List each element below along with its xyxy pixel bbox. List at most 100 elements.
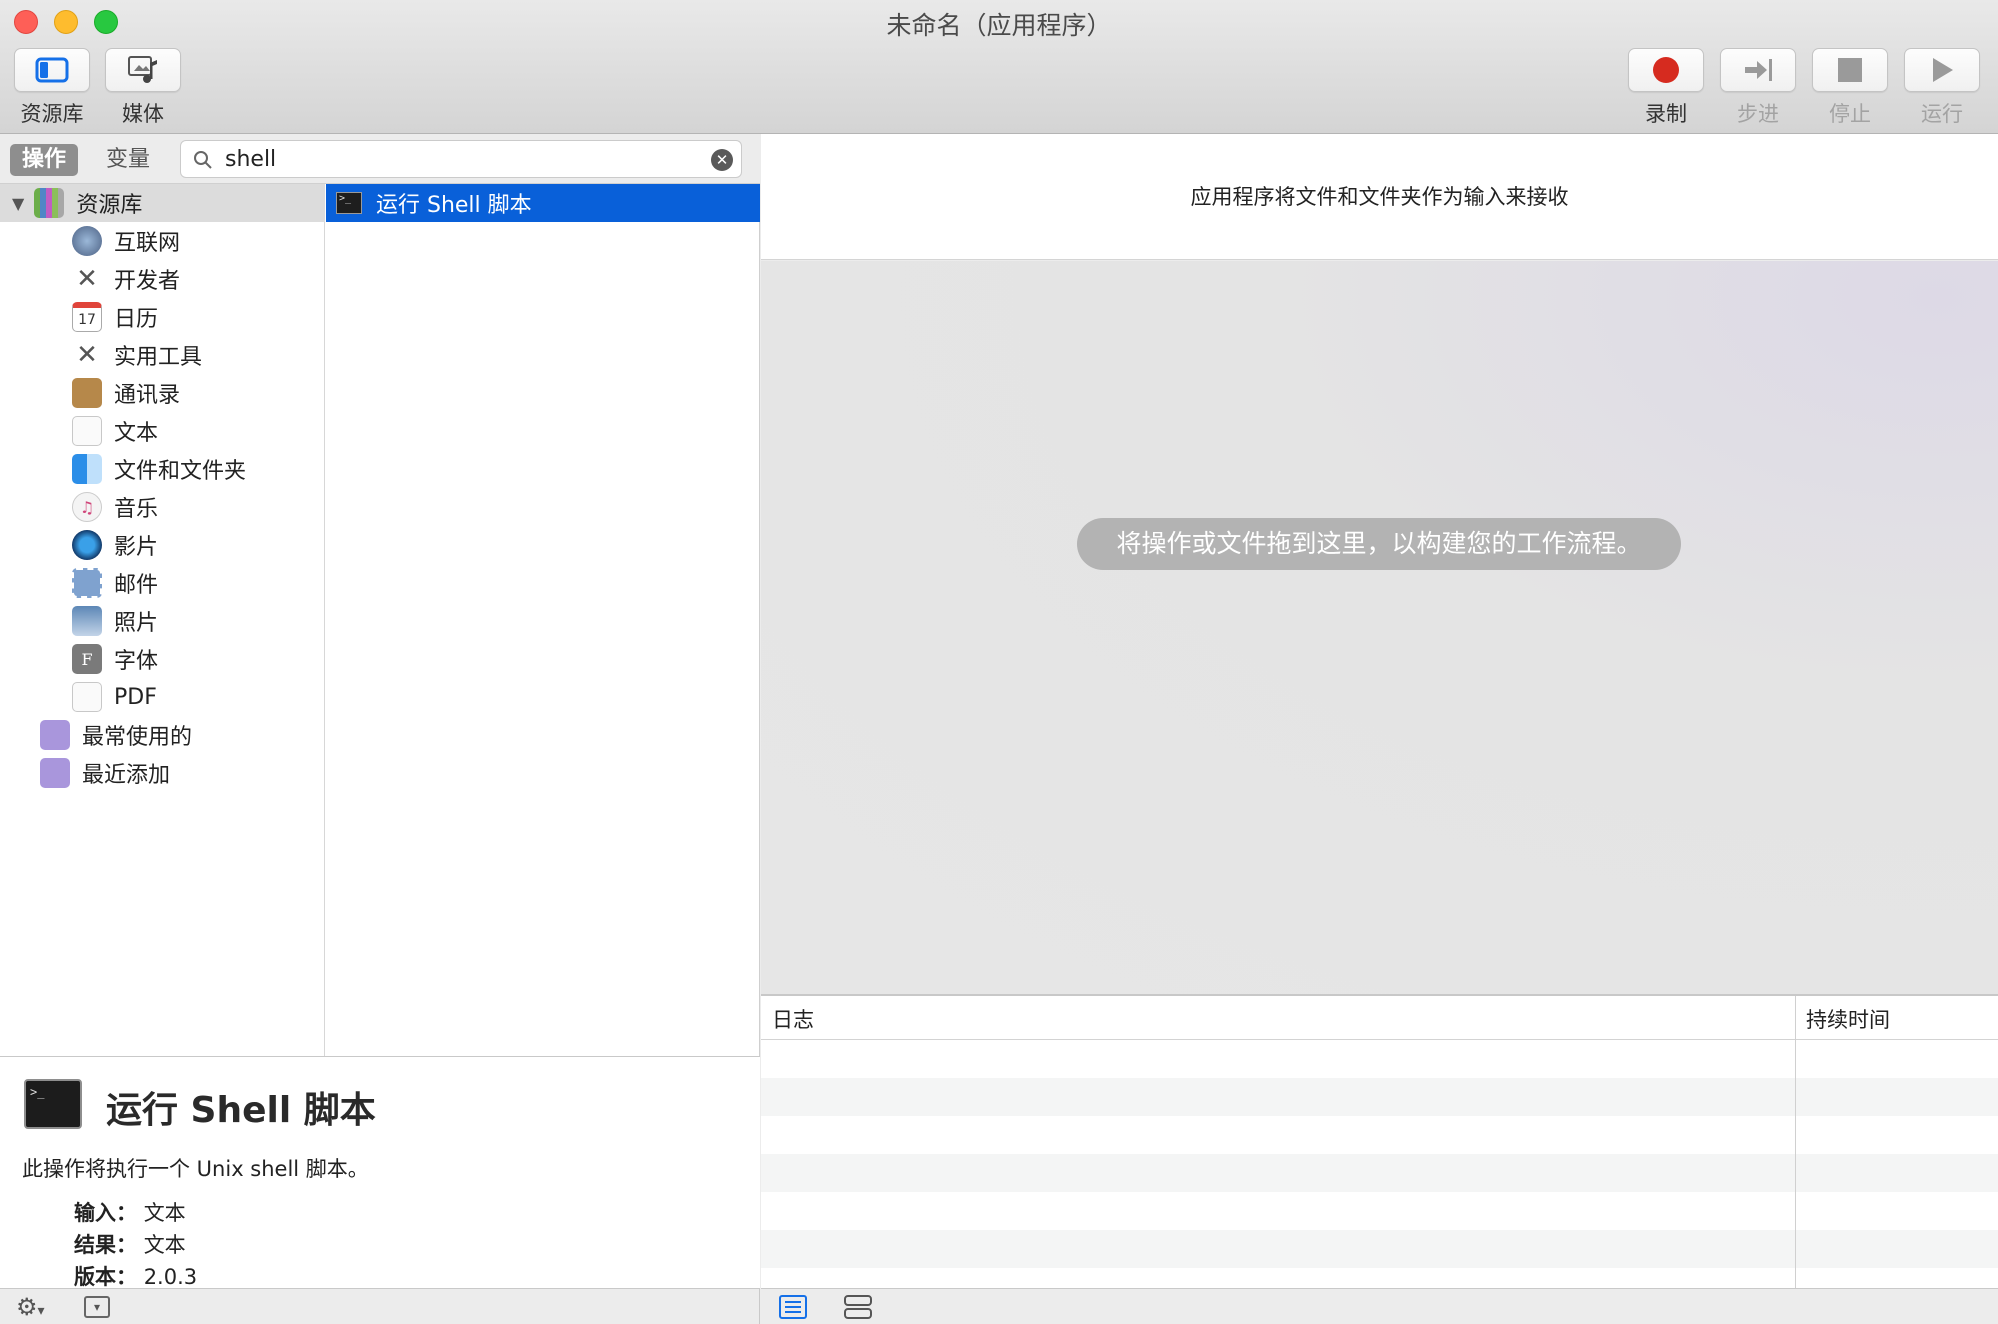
smart-group-label: 最常使用的 bbox=[82, 725, 193, 750]
media-button[interactable]: 媒体 bbox=[105, 48, 181, 128]
step-icon bbox=[1745, 59, 1772, 81]
library-item-label: 互联网 bbox=[114, 231, 181, 256]
library-pane: 操作 变量 shell ✕ ▼ 资源库 互联网 ✕ 开发者 17 日历 ✕ 实用… bbox=[0, 134, 760, 1291]
run-icon bbox=[1933, 58, 1953, 82]
clear-search-icon[interactable]: ✕ bbox=[711, 149, 733, 171]
log-column-header[interactable]: 日志 bbox=[772, 1004, 814, 1034]
input-value: 文本 bbox=[143, 1201, 186, 1225]
split-view-icon[interactable] bbox=[844, 1295, 872, 1319]
actions-list: >_ 运行 Shell 脚本 bbox=[326, 184, 760, 1056]
drop-hint: 将操作或文件拖到这里，以构建您的工作流程。 bbox=[1077, 518, 1681, 570]
input-row: 输入： 文本 bbox=[74, 1197, 186, 1227]
smart-group-label: 最近添加 bbox=[82, 763, 171, 788]
workflow-footer bbox=[761, 1288, 1998, 1324]
media-label: 媒体 bbox=[122, 102, 164, 126]
stop-button[interactable]: 停止 bbox=[1812, 48, 1888, 128]
library-item-label: 文本 bbox=[114, 421, 159, 446]
gear-menu-icon[interactable]: ⚙▾ bbox=[16, 1293, 45, 1321]
smart-folder-icon bbox=[40, 758, 70, 788]
stop-icon bbox=[1838, 58, 1862, 82]
column-divider[interactable] bbox=[1795, 996, 1796, 1290]
library-root-item[interactable]: ▼ 资源库 bbox=[0, 184, 325, 222]
tab-actions[interactable]: 操作 bbox=[10, 144, 79, 176]
library-item-label: 邮件 bbox=[114, 573, 159, 598]
version-row: 版本： 2.0.3 bbox=[74, 1261, 197, 1291]
smart-group-most-used[interactable]: 最常使用的 bbox=[0, 716, 325, 754]
log-row bbox=[761, 1154, 1998, 1192]
globe-icon bbox=[72, 226, 102, 256]
font-book-icon: F bbox=[72, 644, 102, 674]
workflow-canvas[interactable]: 将操作或文件拖到这里，以构建您的工作流程。 bbox=[761, 261, 1998, 994]
library-item-label: 文件和文件夹 bbox=[114, 459, 247, 484]
record-button[interactable]: 录制 bbox=[1628, 48, 1704, 128]
record-label: 录制 bbox=[1645, 102, 1687, 126]
log-row bbox=[761, 1078, 1998, 1116]
log-table: 日志 持续时间 bbox=[761, 994, 1998, 1290]
library-item-label: 开发者 bbox=[114, 269, 181, 294]
smart-group-recently-added[interactable]: 最近添加 bbox=[0, 754, 325, 792]
library-item-label: 影片 bbox=[114, 535, 159, 560]
disclosure-triangle-icon[interactable]: ▼ bbox=[12, 194, 24, 213]
window-title: 未命名（应用程序） bbox=[886, 11, 1112, 40]
step-button[interactable]: 步进 bbox=[1720, 48, 1796, 128]
tab-variables[interactable]: 变量 bbox=[94, 144, 162, 176]
library-item-music[interactable]: ♫ 音乐 bbox=[0, 488, 325, 526]
result-value: 文本 bbox=[143, 1233, 186, 1257]
music-note-icon: ♫ bbox=[72, 492, 102, 522]
library-item-internet[interactable]: 互联网 bbox=[0, 222, 325, 260]
library-item-label: 日历 bbox=[114, 307, 159, 332]
library-item-developer[interactable]: ✕ 开发者 bbox=[0, 260, 325, 298]
contacts-book-icon bbox=[72, 378, 102, 408]
duration-column-header[interactable]: 持续时间 bbox=[1806, 1004, 1890, 1034]
result-row: 结果： 文本 bbox=[74, 1229, 186, 1259]
run-button[interactable]: 运行 bbox=[1904, 48, 1980, 128]
library-item-label: 音乐 bbox=[114, 497, 159, 522]
library-item-movies[interactable]: 影片 bbox=[0, 526, 325, 564]
record-icon bbox=[1653, 57, 1679, 83]
description-toggle-icon[interactable]: ▾ bbox=[84, 1296, 110, 1318]
library-item-contacts[interactable]: 通讯录 bbox=[0, 374, 325, 412]
library-item-mail[interactable]: 邮件 bbox=[0, 564, 325, 602]
library-item-label: PDF bbox=[114, 684, 157, 710]
library-footer: ⚙▾ ▾ bbox=[0, 1288, 760, 1324]
library-toggle-button[interactable]: 资源库 bbox=[14, 48, 90, 128]
terminal-icon: >_ bbox=[336, 192, 362, 214]
text-document-icon bbox=[72, 416, 102, 446]
terminal-large-icon: >_ bbox=[24, 1079, 82, 1129]
library-item-pdf[interactable]: PDF bbox=[0, 678, 325, 716]
finder-icon bbox=[72, 454, 102, 484]
input-label: 输入： bbox=[74, 1201, 137, 1225]
window-toolbar: 未命名（应用程序） 资源库 媒体 录制 步进 停止 运行 bbox=[0, 0, 1998, 134]
library-root-label: 资源库 bbox=[76, 193, 143, 218]
log-header: 日志 持续时间 bbox=[761, 996, 1998, 1290]
library-item-utilities[interactable]: ✕ 实用工具 bbox=[0, 336, 325, 374]
log-row bbox=[761, 1230, 1998, 1268]
calendar-icon: 17 bbox=[72, 302, 102, 332]
tools-icon: ✕ bbox=[76, 264, 98, 294]
utilities-tools-icon: ✕ bbox=[76, 340, 98, 370]
workflow-pane: 应用程序将文件和文件夹作为输入来接收 将操作或文件拖到这里，以构建您的工作流程。… bbox=[761, 134, 1998, 1324]
library-item-photos[interactable]: 照片 bbox=[0, 602, 325, 640]
photos-icon bbox=[72, 606, 102, 636]
action-item-label: 运行 Shell 脚本 bbox=[376, 193, 532, 218]
mail-stamp-icon bbox=[72, 568, 102, 598]
workflow-input-header: 应用程序将文件和文件夹作为输入来接收 bbox=[761, 134, 1998, 260]
stop-label: 停止 bbox=[1829, 102, 1871, 126]
list-view-icon[interactable] bbox=[779, 1295, 807, 1319]
library-item-label: 通讯录 bbox=[114, 383, 181, 408]
library-item-text[interactable]: 文本 bbox=[0, 412, 325, 450]
library-item-calendar[interactable]: 17 日历 bbox=[0, 298, 325, 336]
search-field[interactable]: shell ✕ bbox=[180, 140, 742, 178]
search-input[interactable]: shell bbox=[225, 147, 276, 172]
library-books-icon bbox=[34, 188, 65, 218]
library-icon bbox=[35, 57, 69, 83]
library-label: 资源库 bbox=[20, 102, 84, 126]
search-icon bbox=[194, 151, 212, 169]
action-item-run-shell-script[interactable]: >_ 运行 Shell 脚本 bbox=[326, 184, 760, 222]
smart-folder-icon bbox=[40, 720, 70, 750]
library-item-fonts[interactable]: F 字体 bbox=[0, 640, 325, 678]
library-item-label: 照片 bbox=[114, 611, 159, 636]
library-item-files-folders[interactable]: 文件和文件夹 bbox=[0, 450, 325, 488]
quicktime-icon bbox=[72, 530, 102, 560]
media-icon bbox=[128, 56, 157, 83]
